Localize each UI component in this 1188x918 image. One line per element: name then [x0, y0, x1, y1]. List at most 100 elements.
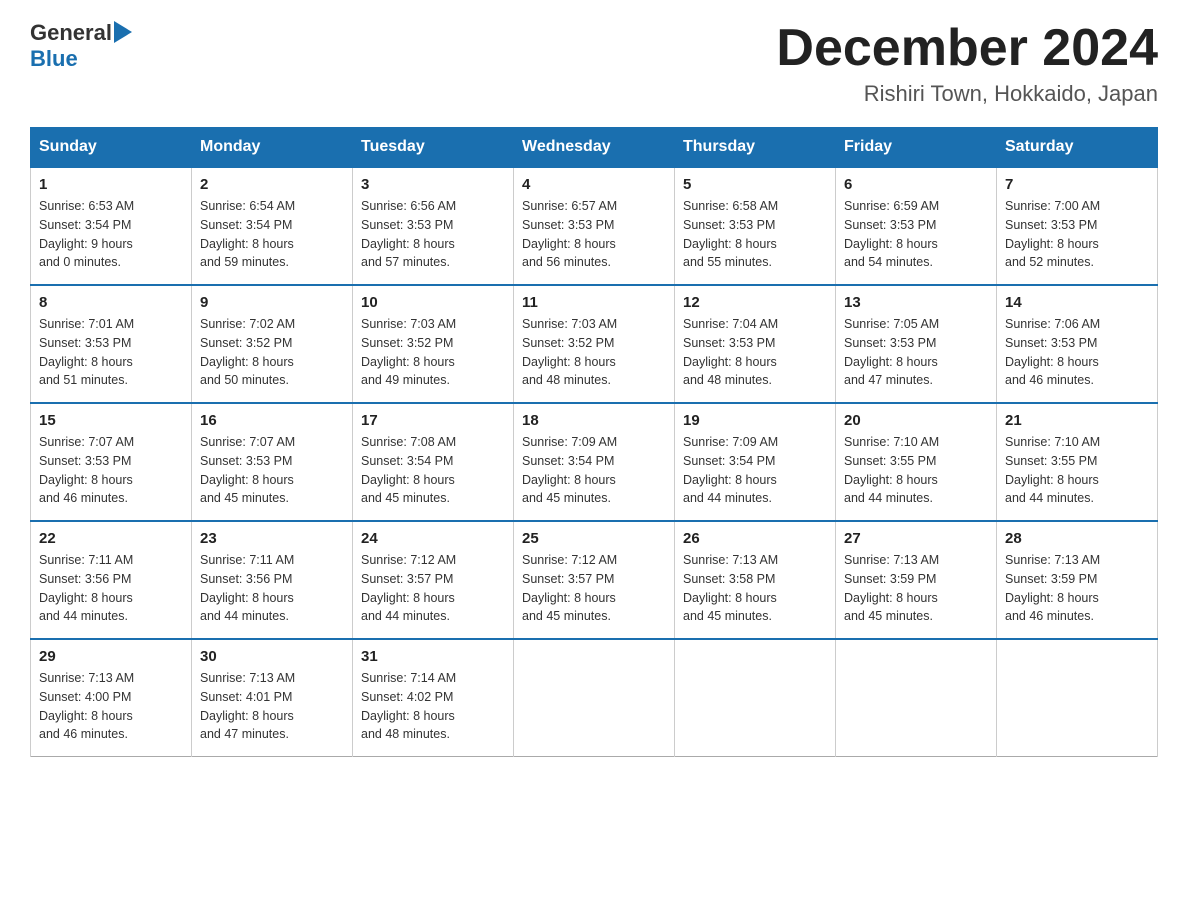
day-info: Sunrise: 7:10 AMSunset: 3:55 PMDaylight:…: [1005, 433, 1149, 508]
day-info: Sunrise: 7:12 AMSunset: 3:57 PMDaylight:…: [522, 551, 666, 626]
day-number: 8: [39, 294, 183, 311]
calendar-cell: [514, 639, 675, 757]
calendar-cell: 26 Sunrise: 7:13 AMSunset: 3:58 PMDaylig…: [675, 521, 836, 639]
day-info: Sunrise: 6:59 AMSunset: 3:53 PMDaylight:…: [844, 197, 988, 272]
day-number: 1: [39, 176, 183, 193]
calendar-cell: [997, 639, 1158, 757]
day-number: 13: [844, 294, 988, 311]
calendar-cell: 18 Sunrise: 7:09 AMSunset: 3:54 PMDaylig…: [514, 403, 675, 521]
calendar-cell: 27 Sunrise: 7:13 AMSunset: 3:59 PMDaylig…: [836, 521, 997, 639]
calendar-cell: 11 Sunrise: 7:03 AMSunset: 3:52 PMDaylig…: [514, 285, 675, 403]
calendar-cell: 5 Sunrise: 6:58 AMSunset: 3:53 PMDayligh…: [675, 167, 836, 285]
day-number: 25: [522, 530, 666, 547]
calendar-cell: 21 Sunrise: 7:10 AMSunset: 3:55 PMDaylig…: [997, 403, 1158, 521]
calendar-cell: 4 Sunrise: 6:57 AMSunset: 3:53 PMDayligh…: [514, 167, 675, 285]
day-number: 22: [39, 530, 183, 547]
day-info: Sunrise: 7:00 AMSunset: 3:53 PMDaylight:…: [1005, 197, 1149, 272]
day-number: 9: [200, 294, 344, 311]
day-number: 14: [1005, 294, 1149, 311]
calendar-cell: 3 Sunrise: 6:56 AMSunset: 3:53 PMDayligh…: [353, 167, 514, 285]
logo: General Blue: [30, 20, 132, 72]
calendar-cell: 6 Sunrise: 6:59 AMSunset: 3:53 PMDayligh…: [836, 167, 997, 285]
day-number: 16: [200, 412, 344, 429]
day-number: 20: [844, 412, 988, 429]
calendar-cell: 28 Sunrise: 7:13 AMSunset: 3:59 PMDaylig…: [997, 521, 1158, 639]
day-info: Sunrise: 7:13 AMSunset: 3:58 PMDaylight:…: [683, 551, 827, 626]
calendar-week-3: 15 Sunrise: 7:07 AMSunset: 3:53 PMDaylig…: [31, 403, 1158, 521]
calendar-cell: 15 Sunrise: 7:07 AMSunset: 3:53 PMDaylig…: [31, 403, 192, 521]
day-number: 5: [683, 176, 827, 193]
logo-blue: Blue: [30, 46, 78, 72]
calendar-cell: [675, 639, 836, 757]
day-number: 11: [522, 294, 666, 311]
main-title: December 2024: [776, 20, 1158, 77]
calendar-week-4: 22 Sunrise: 7:11 AMSunset: 3:56 PMDaylig…: [31, 521, 1158, 639]
day-number: 29: [39, 648, 183, 665]
calendar-cell: 29 Sunrise: 7:13 AMSunset: 4:00 PMDaylig…: [31, 639, 192, 757]
day-number: 19: [683, 412, 827, 429]
calendar-cell: 9 Sunrise: 7:02 AMSunset: 3:52 PMDayligh…: [192, 285, 353, 403]
header-saturday: Saturday: [997, 128, 1158, 168]
day-number: 31: [361, 648, 505, 665]
calendar-table: SundayMondayTuesdayWednesdayThursdayFrid…: [30, 127, 1158, 757]
title-block: December 2024 Rishiri Town, Hokkaido, Ja…: [776, 20, 1158, 107]
calendar-week-2: 8 Sunrise: 7:01 AMSunset: 3:53 PMDayligh…: [31, 285, 1158, 403]
day-number: 2: [200, 176, 344, 193]
calendar-cell: 8 Sunrise: 7:01 AMSunset: 3:53 PMDayligh…: [31, 285, 192, 403]
day-info: Sunrise: 7:13 AMSunset: 4:00 PMDaylight:…: [39, 669, 183, 744]
page-header: General Blue December 2024 Rishiri Town,…: [30, 20, 1158, 107]
day-info: Sunrise: 7:04 AMSunset: 3:53 PMDaylight:…: [683, 315, 827, 390]
day-info: Sunrise: 7:09 AMSunset: 3:54 PMDaylight:…: [522, 433, 666, 508]
day-info: Sunrise: 6:54 AMSunset: 3:54 PMDaylight:…: [200, 197, 344, 272]
header-friday: Friday: [836, 128, 997, 168]
day-info: Sunrise: 7:08 AMSunset: 3:54 PMDaylight:…: [361, 433, 505, 508]
day-info: Sunrise: 7:10 AMSunset: 3:55 PMDaylight:…: [844, 433, 988, 508]
header-monday: Monday: [192, 128, 353, 168]
calendar-header-row: SundayMondayTuesdayWednesdayThursdayFrid…: [31, 128, 1158, 168]
day-number: 23: [200, 530, 344, 547]
day-info: Sunrise: 7:14 AMSunset: 4:02 PMDaylight:…: [361, 669, 505, 744]
header-tuesday: Tuesday: [353, 128, 514, 168]
day-number: 17: [361, 412, 505, 429]
day-info: Sunrise: 7:03 AMSunset: 3:52 PMDaylight:…: [522, 315, 666, 390]
calendar-cell: 17 Sunrise: 7:08 AMSunset: 3:54 PMDaylig…: [353, 403, 514, 521]
day-info: Sunrise: 6:56 AMSunset: 3:53 PMDaylight:…: [361, 197, 505, 272]
calendar-cell: 12 Sunrise: 7:04 AMSunset: 3:53 PMDaylig…: [675, 285, 836, 403]
header-sunday: Sunday: [31, 128, 192, 168]
day-info: Sunrise: 6:58 AMSunset: 3:53 PMDaylight:…: [683, 197, 827, 272]
calendar-cell: 1 Sunrise: 6:53 AMSunset: 3:54 PMDayligh…: [31, 167, 192, 285]
day-info: Sunrise: 7:06 AMSunset: 3:53 PMDaylight:…: [1005, 315, 1149, 390]
logo-general: General: [30, 20, 112, 46]
calendar-cell: 13 Sunrise: 7:05 AMSunset: 3:53 PMDaylig…: [836, 285, 997, 403]
calendar-cell: 19 Sunrise: 7:09 AMSunset: 3:54 PMDaylig…: [675, 403, 836, 521]
day-number: 3: [361, 176, 505, 193]
day-number: 6: [844, 176, 988, 193]
day-number: 15: [39, 412, 183, 429]
day-info: Sunrise: 7:01 AMSunset: 3:53 PMDaylight:…: [39, 315, 183, 390]
day-info: Sunrise: 7:07 AMSunset: 3:53 PMDaylight:…: [200, 433, 344, 508]
day-number: 12: [683, 294, 827, 311]
day-info: Sunrise: 7:13 AMSunset: 4:01 PMDaylight:…: [200, 669, 344, 744]
calendar-cell: 7 Sunrise: 7:00 AMSunset: 3:53 PMDayligh…: [997, 167, 1158, 285]
day-info: Sunrise: 6:57 AMSunset: 3:53 PMDaylight:…: [522, 197, 666, 272]
calendar-cell: 16 Sunrise: 7:07 AMSunset: 3:53 PMDaylig…: [192, 403, 353, 521]
calendar-cell: 22 Sunrise: 7:11 AMSunset: 3:56 PMDaylig…: [31, 521, 192, 639]
day-number: 30: [200, 648, 344, 665]
day-info: Sunrise: 7:11 AMSunset: 3:56 PMDaylight:…: [39, 551, 183, 626]
calendar-cell: [836, 639, 997, 757]
day-number: 28: [1005, 530, 1149, 547]
logo-arrow-icon: [114, 21, 132, 43]
day-number: 26: [683, 530, 827, 547]
calendar-cell: 24 Sunrise: 7:12 AMSunset: 3:57 PMDaylig…: [353, 521, 514, 639]
day-number: 4: [522, 176, 666, 193]
day-info: Sunrise: 6:53 AMSunset: 3:54 PMDaylight:…: [39, 197, 183, 272]
day-info: Sunrise: 7:11 AMSunset: 3:56 PMDaylight:…: [200, 551, 344, 626]
day-number: 18: [522, 412, 666, 429]
header-thursday: Thursday: [675, 128, 836, 168]
calendar-cell: 20 Sunrise: 7:10 AMSunset: 3:55 PMDaylig…: [836, 403, 997, 521]
day-info: Sunrise: 7:05 AMSunset: 3:53 PMDaylight:…: [844, 315, 988, 390]
calendar-week-1: 1 Sunrise: 6:53 AMSunset: 3:54 PMDayligh…: [31, 167, 1158, 285]
day-number: 24: [361, 530, 505, 547]
calendar-cell: 14 Sunrise: 7:06 AMSunset: 3:53 PMDaylig…: [997, 285, 1158, 403]
header-wednesday: Wednesday: [514, 128, 675, 168]
